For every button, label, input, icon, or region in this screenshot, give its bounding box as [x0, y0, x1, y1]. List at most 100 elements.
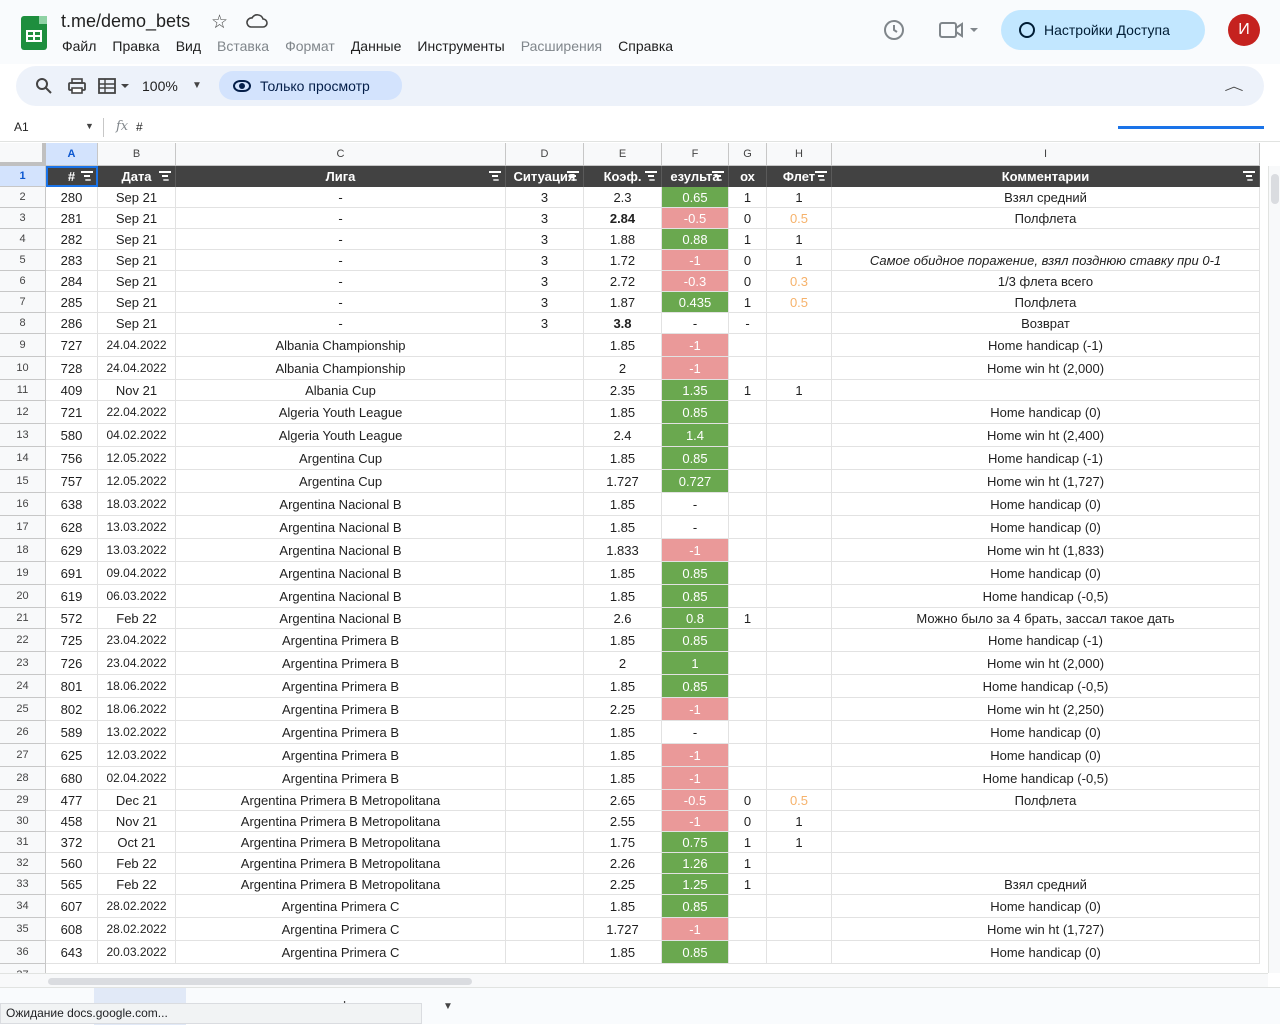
cell-date[interactable]: Dec 21	[98, 790, 176, 811]
menu-item-2[interactable]: Вид	[176, 38, 201, 54]
row-header[interactable]: 8	[0, 313, 46, 334]
cell-date[interactable]: 02.04.2022	[98, 767, 176, 790]
cell-result[interactable]: 1	[662, 652, 729, 675]
row-header[interactable]: 14	[0, 447, 46, 470]
cell-league[interactable]: Argentina Primera C	[176, 941, 506, 964]
cell-situation[interactable]	[506, 652, 584, 675]
cell-date[interactable]: Feb 22	[98, 874, 176, 895]
cell-coef[interactable]: 2.72	[584, 271, 662, 292]
avatar[interactable]: И	[1228, 14, 1260, 46]
cell-id[interactable]: 638	[46, 493, 98, 516]
cell-result[interactable]: 1.4	[662, 424, 729, 447]
cell-flat[interactable]: 1	[767, 250, 832, 271]
cell-g[interactable]: 1	[729, 229, 767, 250]
cell-coef[interactable]: 1.85	[584, 493, 662, 516]
meet-icon[interactable]	[939, 20, 979, 40]
column-header-g[interactable]: G	[729, 143, 767, 166]
row-header[interactable]: 35	[0, 918, 46, 941]
cell-league[interactable]: -	[176, 292, 506, 313]
cell-situation[interactable]	[506, 357, 584, 380]
menu-item-3[interactable]: Вставка	[217, 38, 269, 54]
cell-situation[interactable]	[506, 832, 584, 853]
cell-g[interactable]	[729, 447, 767, 470]
cell-flat[interactable]	[767, 562, 832, 585]
cell-coef[interactable]: 1.85	[584, 721, 662, 744]
cell-comment[interactable]: Полфлета	[832, 208, 1260, 229]
cell-date[interactable]: 20.03.2022	[98, 941, 176, 964]
cell-situation[interactable]	[506, 918, 584, 941]
cell-coef[interactable]: 1.85	[584, 895, 662, 918]
cell-league[interactable]: Argentina Primera B Metropolitana	[176, 790, 506, 811]
cell-result[interactable]: -	[662, 516, 729, 539]
row-header[interactable]: 22	[0, 629, 46, 652]
cell-coef[interactable]: 1.85	[584, 562, 662, 585]
menu-item-8[interactable]: Справка	[618, 38, 673, 54]
cell-date[interactable]: 12.03.2022	[98, 744, 176, 767]
cell-flat[interactable]	[767, 698, 832, 721]
cell-date[interactable]: Sep 21	[98, 313, 176, 334]
cell-date[interactable]: Nov 21	[98, 811, 176, 832]
cell-date[interactable]: 18.03.2022	[98, 493, 176, 516]
cell-coef[interactable]: 1.88	[584, 229, 662, 250]
cell-coef[interactable]: 1.833	[584, 539, 662, 562]
cell-situation[interactable]	[506, 562, 584, 585]
row-header[interactable]: 6	[0, 271, 46, 292]
cell-flat[interactable]	[767, 721, 832, 744]
cell-flat[interactable]: 1	[767, 229, 832, 250]
sheet-tab-caret-icon[interactable]: ▼	[443, 1001, 453, 1012]
cell-flat[interactable]	[767, 652, 832, 675]
cell-g[interactable]	[729, 698, 767, 721]
star-icon[interactable]: ☆	[211, 11, 228, 34]
cell-comment[interactable]: Home handicap (-0,5)	[832, 675, 1260, 698]
header-comments[interactable]: Комментарии	[832, 166, 1260, 187]
row-header[interactable]: 27	[0, 744, 46, 767]
cell-g[interactable]: 1	[729, 292, 767, 313]
cell-situation[interactable]	[506, 493, 584, 516]
cell-comment[interactable]: Home win ht (2,000)	[832, 652, 1260, 675]
cell-league[interactable]: -	[176, 208, 506, 229]
cell-comment[interactable]	[832, 853, 1260, 874]
cell-result[interactable]: 0.85	[662, 562, 729, 585]
cell-coef[interactable]: 1.87	[584, 292, 662, 313]
cell-result[interactable]: -0.3	[662, 271, 729, 292]
cell-comment[interactable]: Home handicap (-1)	[832, 447, 1260, 470]
cell-situation[interactable]	[506, 744, 584, 767]
cell-situation[interactable]	[506, 698, 584, 721]
cell-flat[interactable]	[767, 401, 832, 424]
cell-coef[interactable]: 1.85	[584, 447, 662, 470]
row-header[interactable]: 37	[0, 964, 46, 973]
cell-situation[interactable]: 3	[506, 271, 584, 292]
cell-result[interactable]: 0.88	[662, 229, 729, 250]
cell-coef[interactable]: 2	[584, 357, 662, 380]
cell-coef[interactable]: 2.25	[584, 874, 662, 895]
cell-id[interactable]: 756	[46, 447, 98, 470]
column-header-i[interactable]: I	[832, 143, 1260, 166]
cell-coef[interactable]: 1.85	[584, 744, 662, 767]
cell-flat[interactable]	[767, 539, 832, 562]
cell-id[interactable]: 572	[46, 608, 98, 629]
spreadsheet-grid[interactable]: A B C D E F G H I 1 2 3 4 5 6 7 8 9 10 11 12 13 14 15 16 17 18 19 20…	[0, 143, 1268, 973]
cell-g[interactable]	[729, 493, 767, 516]
cell-id[interactable]: 757	[46, 470, 98, 493]
cell-id[interactable]: 409	[46, 380, 98, 401]
cell-result[interactable]: 0.65	[662, 187, 729, 208]
cell-g[interactable]	[729, 562, 767, 585]
cell-g[interactable]: -	[729, 313, 767, 334]
row-header[interactable]: 12	[0, 401, 46, 424]
cell-league[interactable]: Argentina Primera C	[176, 895, 506, 918]
cell-flat[interactable]	[767, 895, 832, 918]
cell-coef[interactable]: 3.8	[584, 313, 662, 334]
cell-coef[interactable]: 1.85	[584, 516, 662, 539]
cell-situation[interactable]: 3	[506, 187, 584, 208]
cell-g[interactable]: 1	[729, 380, 767, 401]
cell-flat[interactable]	[767, 608, 832, 629]
cell-g[interactable]: 1	[729, 832, 767, 853]
cell-coef[interactable]: 1.85	[584, 585, 662, 608]
cell-situation[interactable]	[506, 629, 584, 652]
cell-g[interactable]: 0	[729, 250, 767, 271]
row-header[interactable]: 23	[0, 652, 46, 675]
cell-result[interactable]: 0.85	[662, 941, 729, 964]
cell-result[interactable]: 1.35	[662, 380, 729, 401]
row-header[interactable]: 24	[0, 675, 46, 698]
formula-input[interactable]: #	[136, 120, 143, 134]
